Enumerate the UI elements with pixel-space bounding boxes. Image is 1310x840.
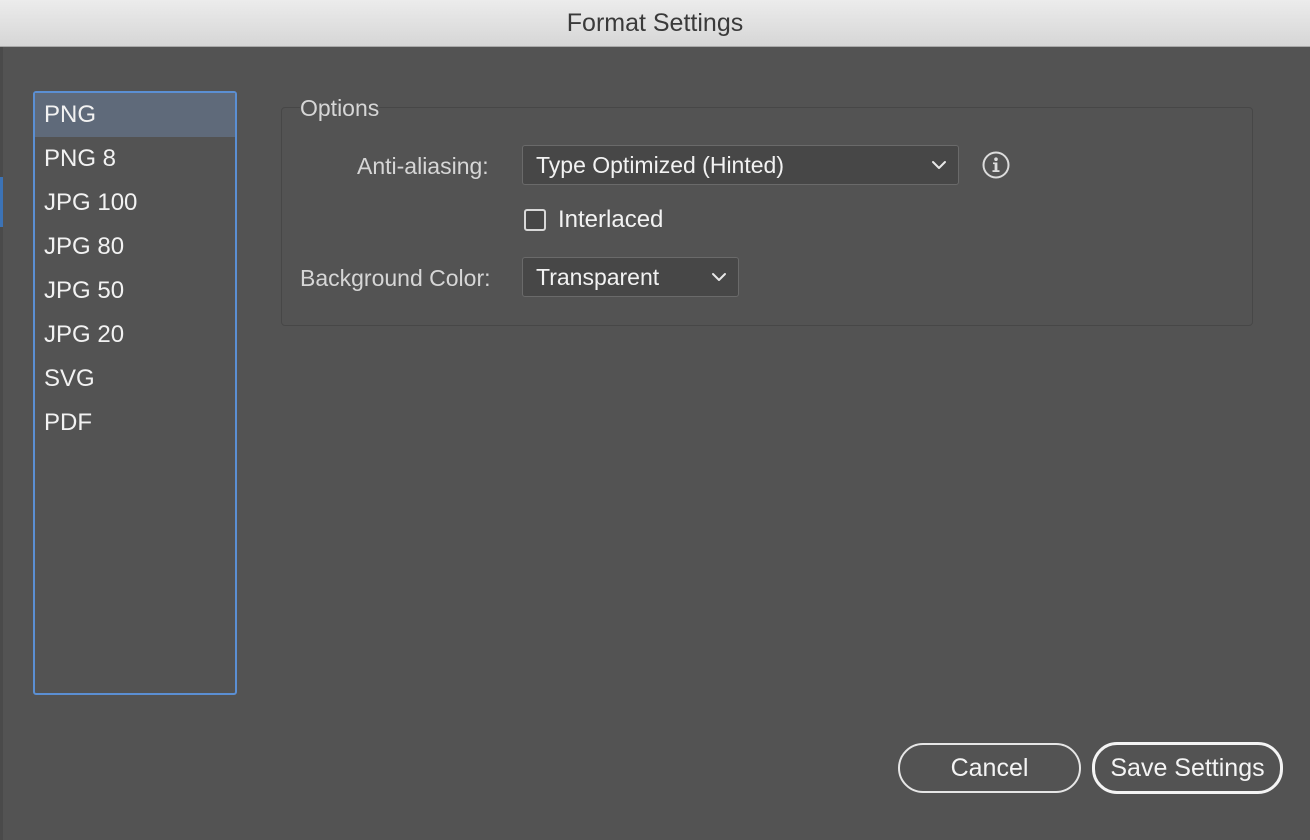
background-window-accent (0, 177, 3, 227)
format-item-jpg-80[interactable]: JPG 80 (35, 225, 235, 269)
format-item-png[interactable]: PNG (35, 93, 235, 137)
save-settings-button-label: Save Settings (1110, 753, 1265, 782)
window-title: Format Settings (566, 8, 744, 37)
save-settings-button[interactable]: Save Settings (1092, 742, 1283, 794)
interlaced-checkbox[interactable] (524, 209, 546, 231)
options-legend: Options (300, 95, 380, 122)
title-bar[interactable]: Format Settings (0, 0, 1310, 47)
background-color-value: Transparent (536, 264, 660, 290)
format-item-pdf[interactable]: PDF (35, 401, 235, 445)
background-color-label: Background Color: (300, 265, 491, 291)
format-item-svg[interactable]: SVG (35, 357, 235, 401)
format-item-png-8[interactable]: PNG 8 (35, 137, 235, 181)
format-item-jpg-20[interactable]: JPG 20 (35, 313, 235, 357)
cancel-button[interactable]: Cancel (898, 743, 1081, 793)
interlaced-label[interactable]: Interlaced (558, 206, 663, 234)
chevron-down-icon (932, 161, 946, 169)
info-icon[interactable] (981, 150, 1011, 180)
options-group (281, 107, 1253, 326)
left-window-edge (0, 47, 3, 840)
anti-aliasing-value: Type Optimized (Hinted) (536, 152, 784, 178)
cancel-button-label: Cancel (950, 753, 1029, 782)
chevron-down-icon (712, 273, 726, 281)
anti-aliasing-label: Anti-aliasing: (357, 153, 489, 179)
format-settings-dialog: Format Settings PNG PNG 8 JPG 100 JPG 80… (0, 0, 1310, 840)
background-color-dropdown[interactable]: Transparent (522, 257, 739, 297)
format-list[interactable]: PNG PNG 8 JPG 100 JPG 80 JPG 50 JPG 20 S… (33, 91, 237, 695)
anti-aliasing-dropdown[interactable]: Type Optimized (Hinted) (522, 145, 959, 185)
format-item-jpg-50[interactable]: JPG 50 (35, 269, 235, 313)
format-item-jpg-100[interactable]: JPG 100 (35, 181, 235, 225)
